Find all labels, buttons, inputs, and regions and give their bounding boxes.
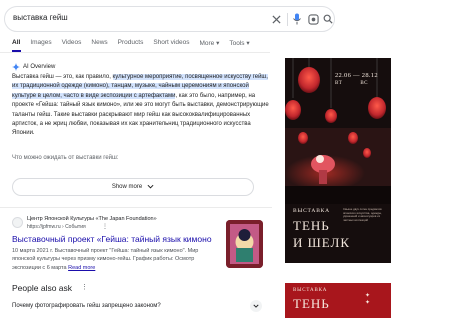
result-site-name[interactable]: Центр Японской Культуры «The Japan Found… — [27, 216, 157, 222]
tab-short-videos[interactable]: Short videos — [153, 39, 189, 46]
tab-tools[interactable]: Tools ▾ — [229, 39, 249, 47]
chevron-down-icon: ▾ — [246, 40, 250, 47]
tab-all[interactable]: All — [12, 39, 20, 46]
poster2-label: ВЫСТАВКА — [293, 288, 328, 293]
ai-overview-text: Выставка гейш — это, как правило, культу… — [12, 73, 270, 139]
result-title-link[interactable]: Выставочный проект «Гейша: тайный язык к… — [12, 234, 212, 244]
chevron-down-icon — [147, 184, 154, 191]
poster-dates: 22.06 — 28.12 — [335, 72, 378, 79]
tab-more-label: More — [199, 40, 215, 47]
result-snippet: 10 марта 2021 г. Выставочный проект "Гей… — [12, 247, 220, 272]
result-url[interactable]: https://jpfmw.ru › События — [27, 224, 86, 230]
result-snippet-text: 10 марта 2021 г. Выставочный проект "Гей… — [12, 248, 199, 271]
poster-title-line1: ТЕНЬ — [293, 218, 330, 233]
search-icon[interactable] — [321, 12, 335, 26]
section-divider — [0, 207, 272, 208]
chevron-down-icon[interactable] — [250, 300, 262, 312]
ai-overview-title: AI Overview — [23, 64, 56, 70]
kebab-icon[interactable]: ⋮ — [81, 283, 88, 291]
search-box[interactable]: выставка гейш — [4, 6, 335, 32]
site-favicon[interactable] — [12, 217, 23, 228]
show-more-label: Show more — [111, 184, 143, 190]
search-input[interactable]: выставка гейш — [13, 13, 68, 22]
ai-overview-intro: Выставка гейш — это, как правило, — [12, 74, 113, 80]
poster-label: ВЫСТАВКА — [293, 208, 330, 214]
tab-products[interactable]: Products — [118, 39, 144, 46]
poster-days: ВТ ВС — [335, 81, 368, 86]
tab-news[interactable]: News — [91, 39, 107, 46]
ai-overview-continuation: , как это было, например, на проекте «Ге… — [12, 92, 269, 137]
poster2-title: ТЕНЬ — [293, 296, 330, 311]
search-tabs: All Images Videos News Products Short vi… — [12, 39, 260, 51]
poster-day-right: ВС — [360, 81, 368, 86]
paa-question[interactable]: Почему фотографировать гейш запрещено за… — [12, 303, 161, 309]
tab-videos[interactable]: Videos — [62, 39, 82, 46]
ai-overview-subheading: Что можно ожидать от выставки гейш: — [12, 155, 119, 161]
tab-tools-label: Tools — [229, 40, 245, 47]
poster-day-left: ВТ — [335, 81, 343, 86]
exhibition-poster-image[interactable]: 22.06 — 28.12 ВТ ВС ВЫСТАВКА ТЕНЬ И ШЕЛК … — [285, 58, 391, 263]
people-also-ask-title: People also ask — [12, 283, 73, 293]
tab-images[interactable]: Images — [30, 39, 51, 46]
kebab-icon[interactable]: ⋮ — [102, 223, 108, 230]
exhibition-poster-image-2[interactable]: ВЫСТАВКА ТЕНЬ ✦ ✦ — [285, 283, 391, 318]
poster-blurb: Свыше двух сотен предметов японского иск… — [343, 207, 382, 222]
result-thumbnail[interactable] — [226, 220, 263, 268]
show-more-button[interactable]: Show more — [12, 178, 254, 196]
poster-title-line2: И ШЕЛК — [293, 235, 351, 250]
mic-icon[interactable] — [290, 12, 304, 26]
chevron-down-icon: ▾ — [216, 40, 220, 47]
lens-icon[interactable] — [306, 12, 320, 26]
tab-more[interactable]: More ▾ — [199, 39, 219, 47]
read-more-link[interactable]: Read more — [68, 265, 95, 271]
poster2-ornament: ✦ ✦ — [365, 293, 371, 306]
clear-icon[interactable] — [269, 12, 283, 26]
search-separator — [287, 13, 288, 26]
tabs-divider — [0, 52, 270, 53]
